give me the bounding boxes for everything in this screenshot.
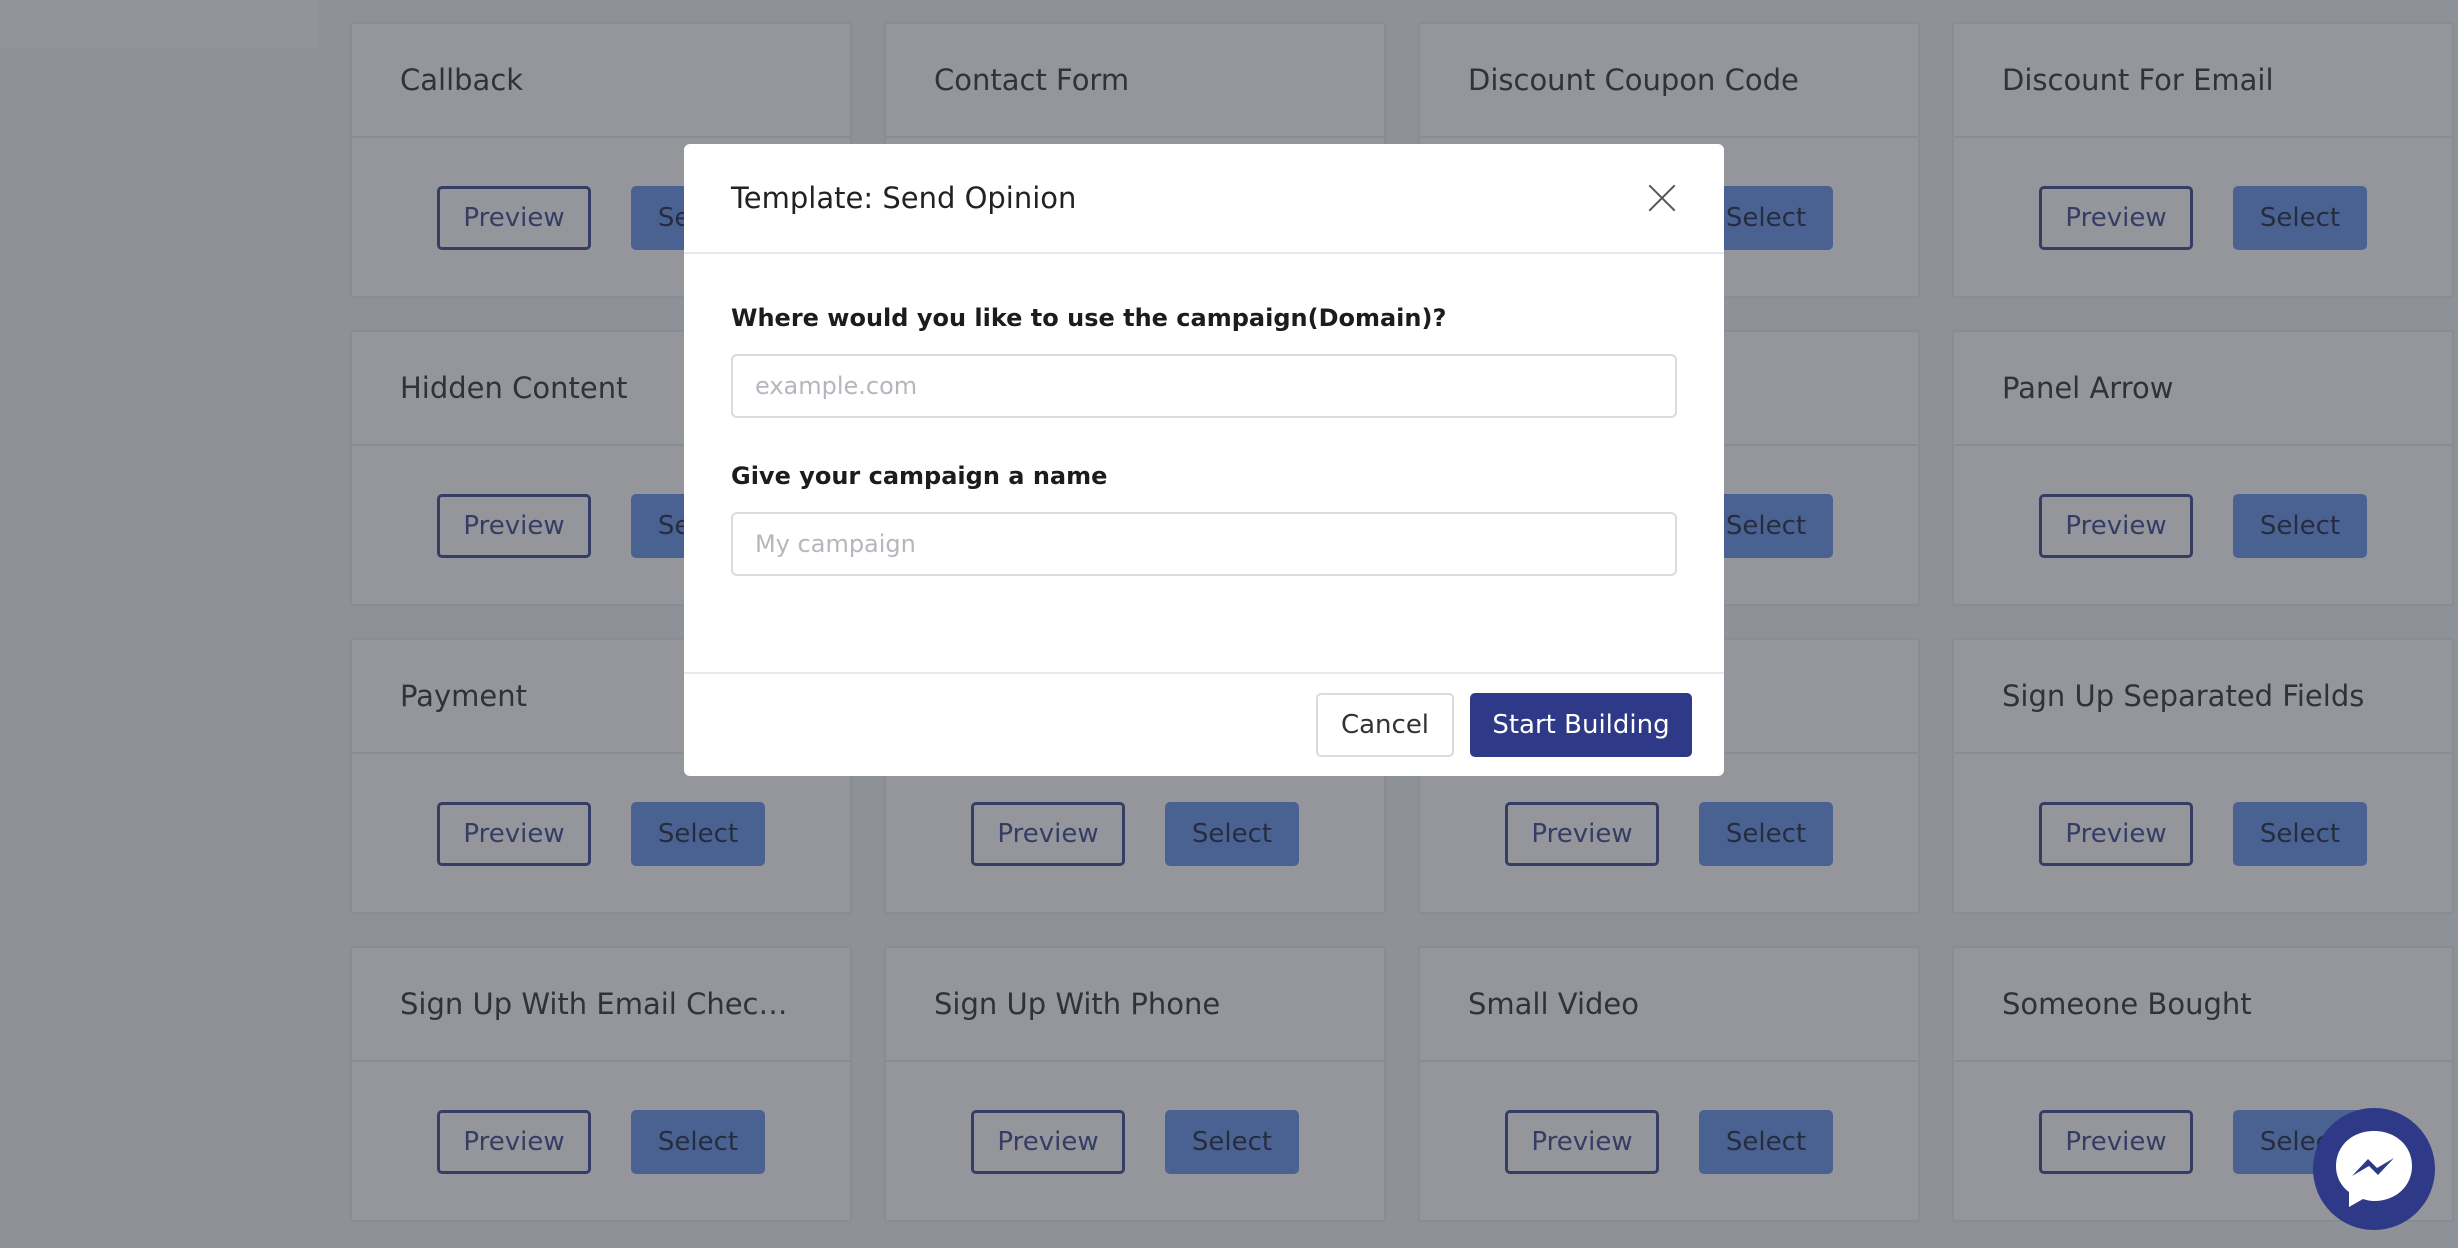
domain-input[interactable] bbox=[731, 354, 1677, 418]
messenger-chat-button[interactable] bbox=[2313, 1108, 2435, 1230]
modal-footer: Cancel Start Building bbox=[684, 672, 1724, 776]
close-icon[interactable] bbox=[1642, 178, 1682, 218]
messenger-icon bbox=[2336, 1131, 2412, 1207]
cancel-button[interactable]: Cancel bbox=[1316, 693, 1454, 757]
campaign-name-input[interactable] bbox=[731, 512, 1677, 576]
modal-title: Template: Send Opinion bbox=[731, 181, 1077, 215]
campaign-name-label: Give your campaign a name bbox=[731, 462, 1108, 490]
template-modal: Template: Send Opinion Where would you l… bbox=[684, 144, 1724, 776]
modal-header: Template: Send Opinion bbox=[684, 144, 1724, 254]
start-building-button[interactable]: Start Building bbox=[1470, 693, 1692, 757]
modal-body: Where would you like to use the campaign… bbox=[684, 254, 1724, 672]
domain-label: Where would you like to use the campaign… bbox=[731, 304, 1447, 332]
